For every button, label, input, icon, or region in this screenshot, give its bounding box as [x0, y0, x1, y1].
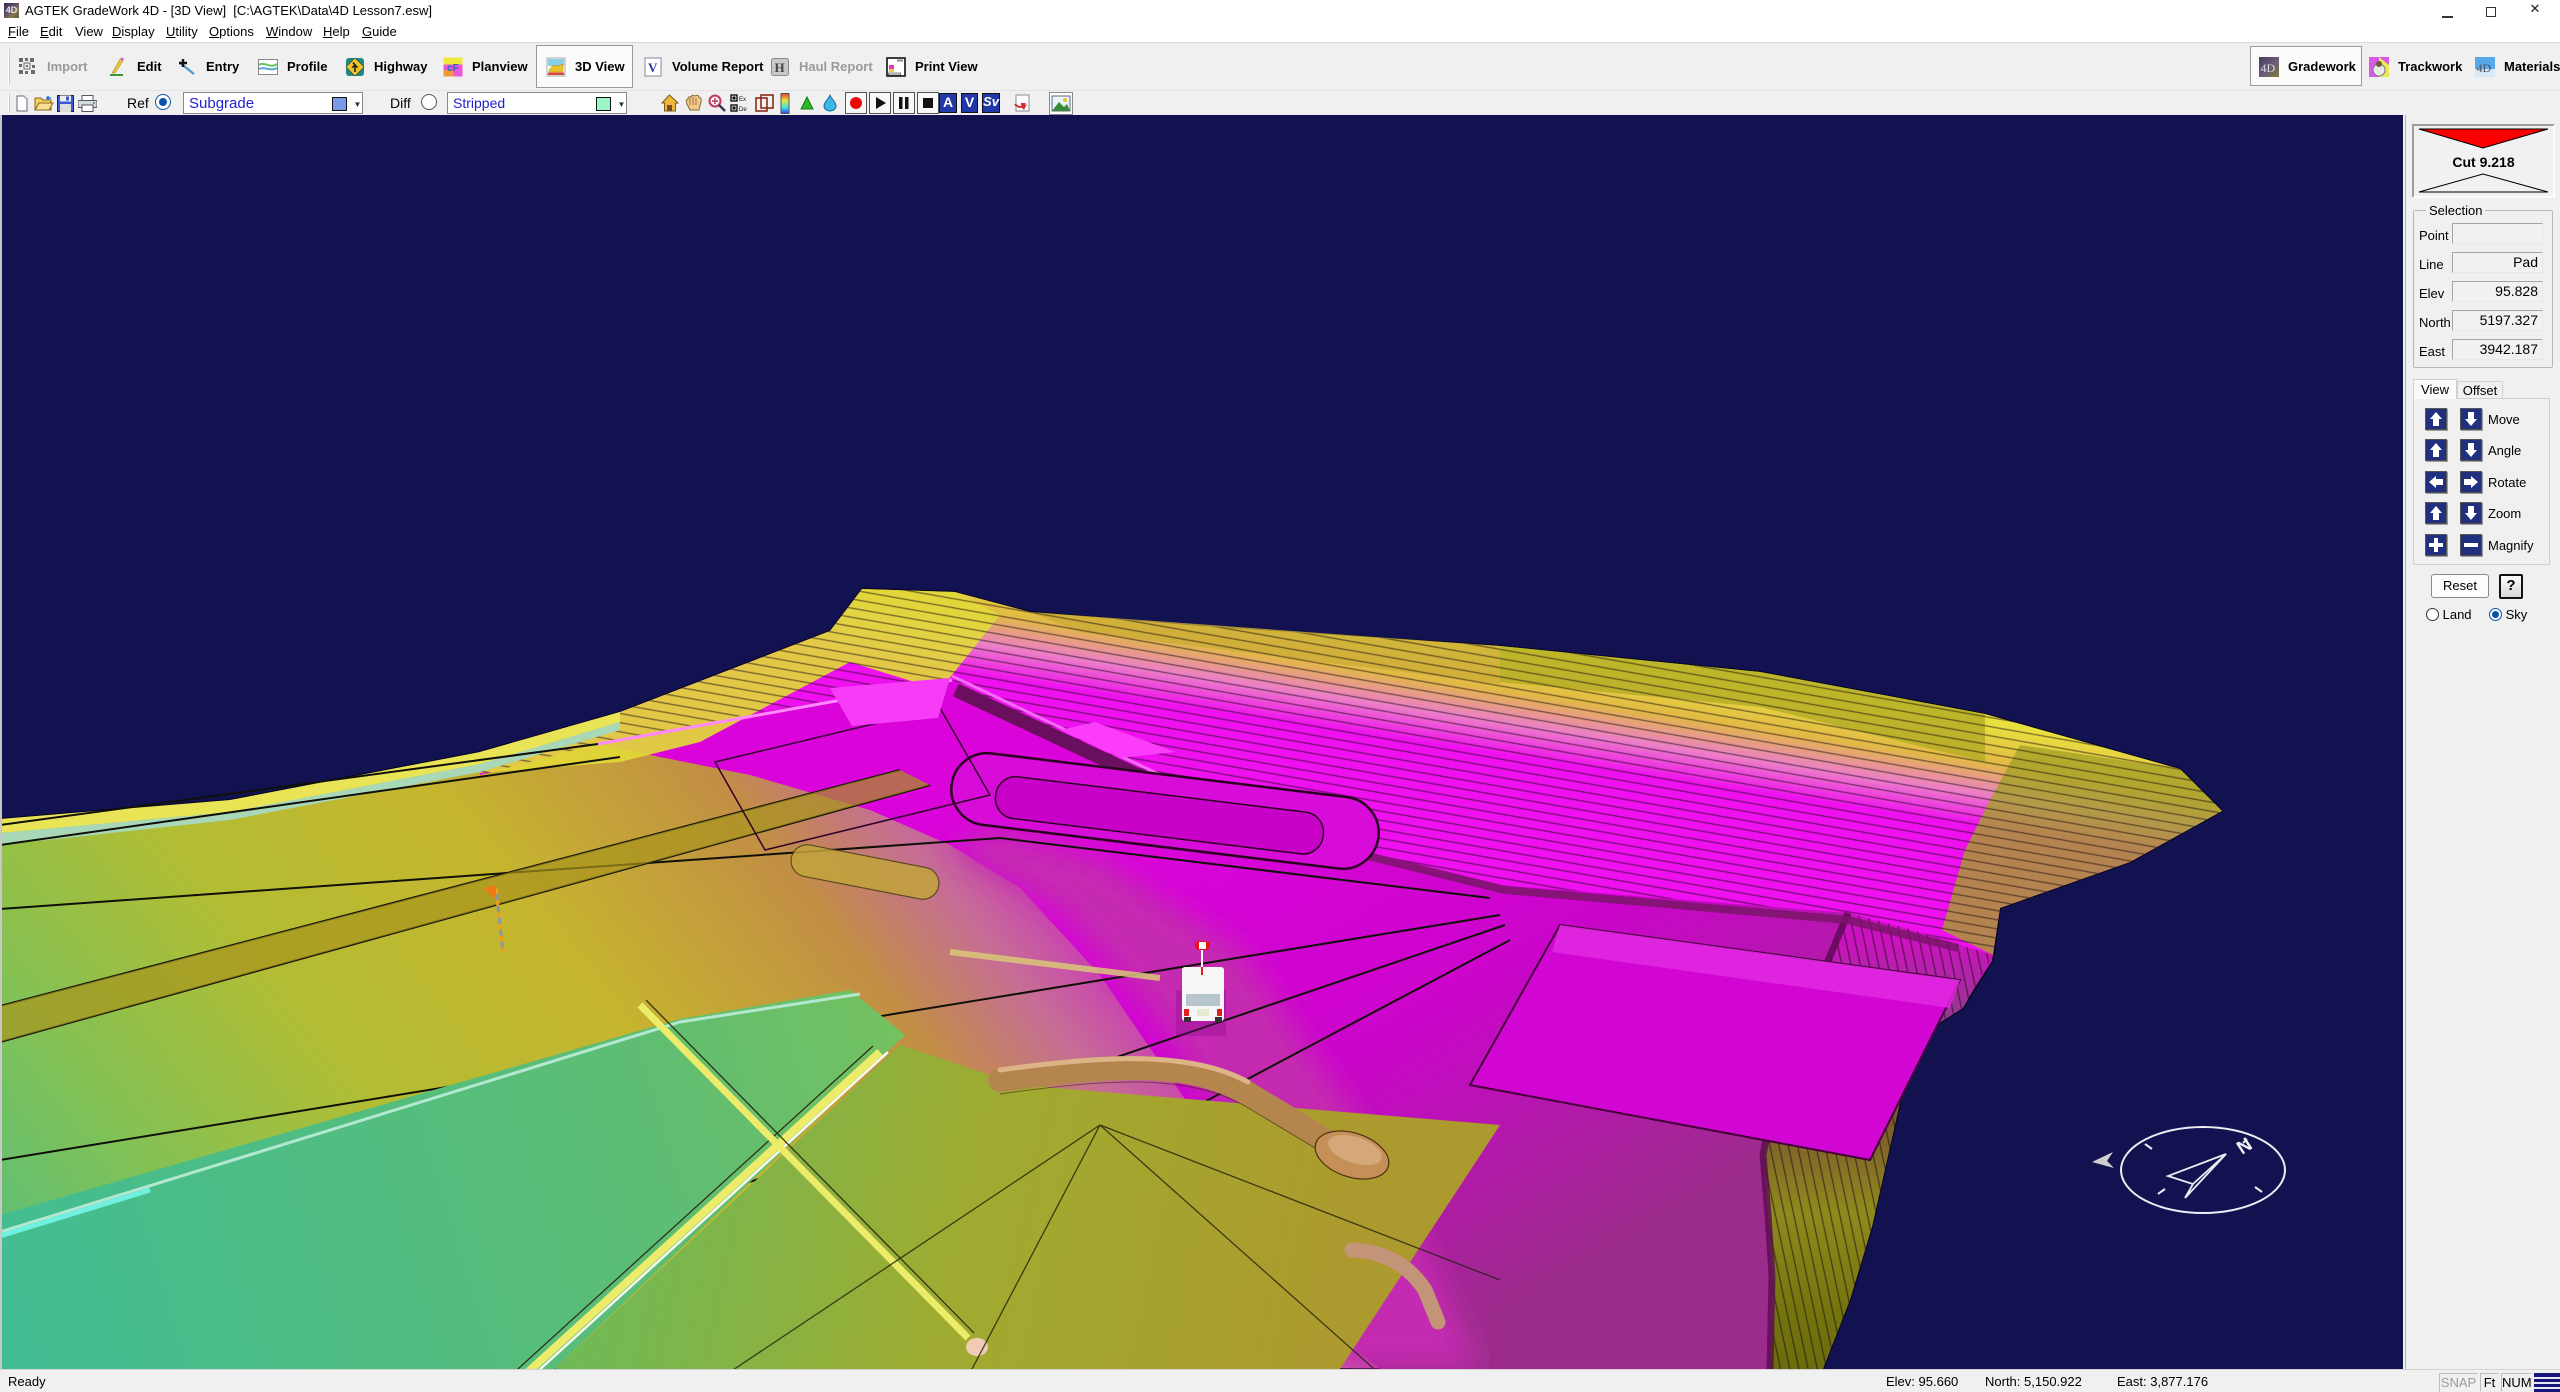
- svg-text:De: De: [739, 107, 747, 112]
- svg-text:H: H: [775, 60, 785, 75]
- svg-text:4D: 4D: [2261, 61, 2276, 75]
- svg-text:V: V: [648, 60, 658, 75]
- svg-text:cF: cF: [447, 63, 459, 74]
- svg-text:4D: 4D: [2477, 61, 2492, 75]
- svg-text:Ex: Ex: [739, 97, 746, 103]
